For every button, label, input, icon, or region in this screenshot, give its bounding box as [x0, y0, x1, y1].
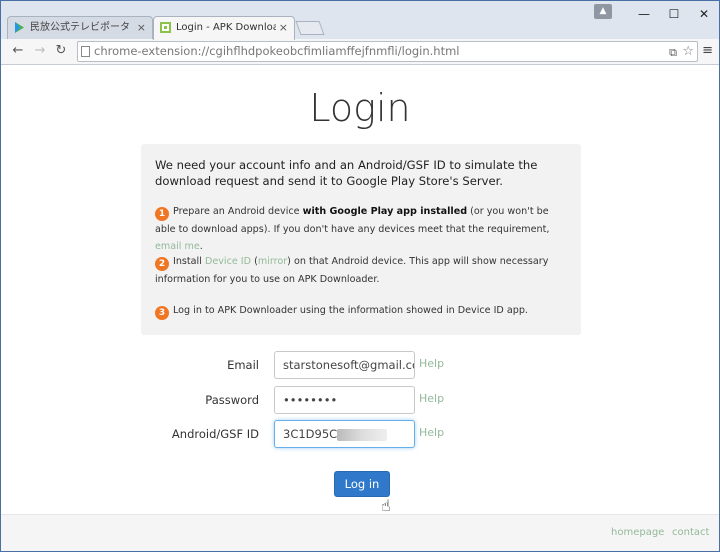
gsf-label: Android/GSF ID — [171, 427, 259, 441]
step-bold-text: with Google Play app installed — [302, 206, 468, 217]
step-number: 3 — [155, 306, 169, 320]
step-text: Prepare an Android device — [173, 206, 303, 217]
password-help-link[interactable]: Help — [419, 392, 444, 405]
back-icon[interactable]: ← — [9, 42, 27, 60]
login-page: Login We need your account info and an A… — [1, 66, 719, 551]
gsf-id-input[interactable]: 3C1D95C97 — [274, 420, 415, 448]
email-input[interactable]: starstonesoft@gmail.com — [274, 351, 415, 379]
instructions-panel: We need your account info and an Android… — [141, 144, 581, 335]
step-text: Log in to APK Downloader using the infor… — [173, 305, 528, 316]
close-tab-icon[interactable]: × — [137, 17, 146, 39]
step-2: 2 Install Device ID (mirror) on that Andr… — [155, 253, 567, 288]
homepage-link[interactable]: homepage — [611, 527, 664, 538]
email-me-link[interactable]: email me — [155, 241, 200, 252]
page-icon — [81, 46, 90, 57]
gsf-help-link[interactable]: Help — [419, 426, 444, 439]
reload-icon[interactable]: ↻ — [52, 42, 70, 60]
login-button[interactable]: Log in — [334, 471, 390, 497]
menu-icon[interactable]: ≡ — [702, 43, 713, 58]
password-row: Password •••••••• Help — [1, 386, 719, 416]
close-window-icon[interactable]: ✕ — [689, 1, 719, 27]
step-text: . — [199, 241, 203, 252]
tab-title: Login - APK Downloader — [176, 22, 276, 33]
minimize-icon[interactable]: — — [629, 1, 659, 27]
close-tab-icon[interactable]: × — [279, 17, 288, 39]
tab-strip: 民放公式テレビポータル「TVe × Login - APK Downloader… — [1, 1, 719, 40]
email-row: Email starstonesoft@gmail.com Help — [1, 351, 719, 381]
url-text: chrome-extension://cgihflhdpokeobcfimlia… — [94, 44, 460, 58]
step-1: 1 Prepare an Android device with Google P… — [155, 203, 567, 255]
email-help-link[interactable]: Help — [419, 357, 444, 370]
password-input[interactable]: •••••••• — [274, 386, 415, 414]
step-number: 2 — [155, 257, 169, 271]
forward-icon[interactable]: → — [31, 42, 49, 60]
email-label: Email — [227, 358, 259, 372]
footer: homepage contact — [1, 514, 719, 551]
apk-downloader-icon — [160, 22, 171, 33]
tab-title: 民放公式テレビポータル「TVe — [30, 22, 130, 33]
maximize-icon[interactable]: ☐ — [659, 1, 689, 27]
tab-apk-downloader[interactable]: Login - APK Downloader × — [153, 16, 295, 40]
intro-text: We need your account info and an Android… — [155, 158, 538, 188]
gsf-row: Android/GSF ID 3C1D95C97 Help — [1, 420, 719, 450]
browser-window: 民放公式テレビポータル「TVe × Login - APK Downloader… — [0, 0, 720, 552]
tab-tve[interactable]: 民放公式テレビポータル「TVe × — [7, 16, 153, 40]
step-text: ( — [251, 256, 258, 267]
step-number: 1 — [155, 207, 169, 221]
address-bar[interactable]: chrome-extension://cgihflhdpokeobcfimlia… — [77, 41, 698, 62]
translate-icon[interactable]: ⧉ — [669, 43, 677, 62]
bookmark-star-icon[interactable]: ☆ — [682, 42, 694, 61]
redacted-blur — [337, 429, 387, 441]
step-3: 3 Log in to APK Downloader using the info… — [155, 302, 567, 320]
browser-toolbar: ← → ↻ chrome-extension://cgihflhdpokeobc… — [1, 39, 719, 65]
new-tab-button[interactable] — [295, 21, 325, 35]
contact-link[interactable]: contact — [672, 527, 709, 538]
mirror-link[interactable]: mirror — [258, 256, 287, 267]
play-store-icon — [15, 22, 24, 33]
step-text: Install — [173, 256, 205, 267]
hand-cursor-icon: ☝ — [381, 496, 391, 515]
profile-icon[interactable]: ▲ — [594, 4, 612, 19]
page-title: Login — [309, 86, 411, 130]
device-id-link[interactable]: Device ID — [205, 256, 251, 267]
password-label: Password — [205, 393, 259, 407]
